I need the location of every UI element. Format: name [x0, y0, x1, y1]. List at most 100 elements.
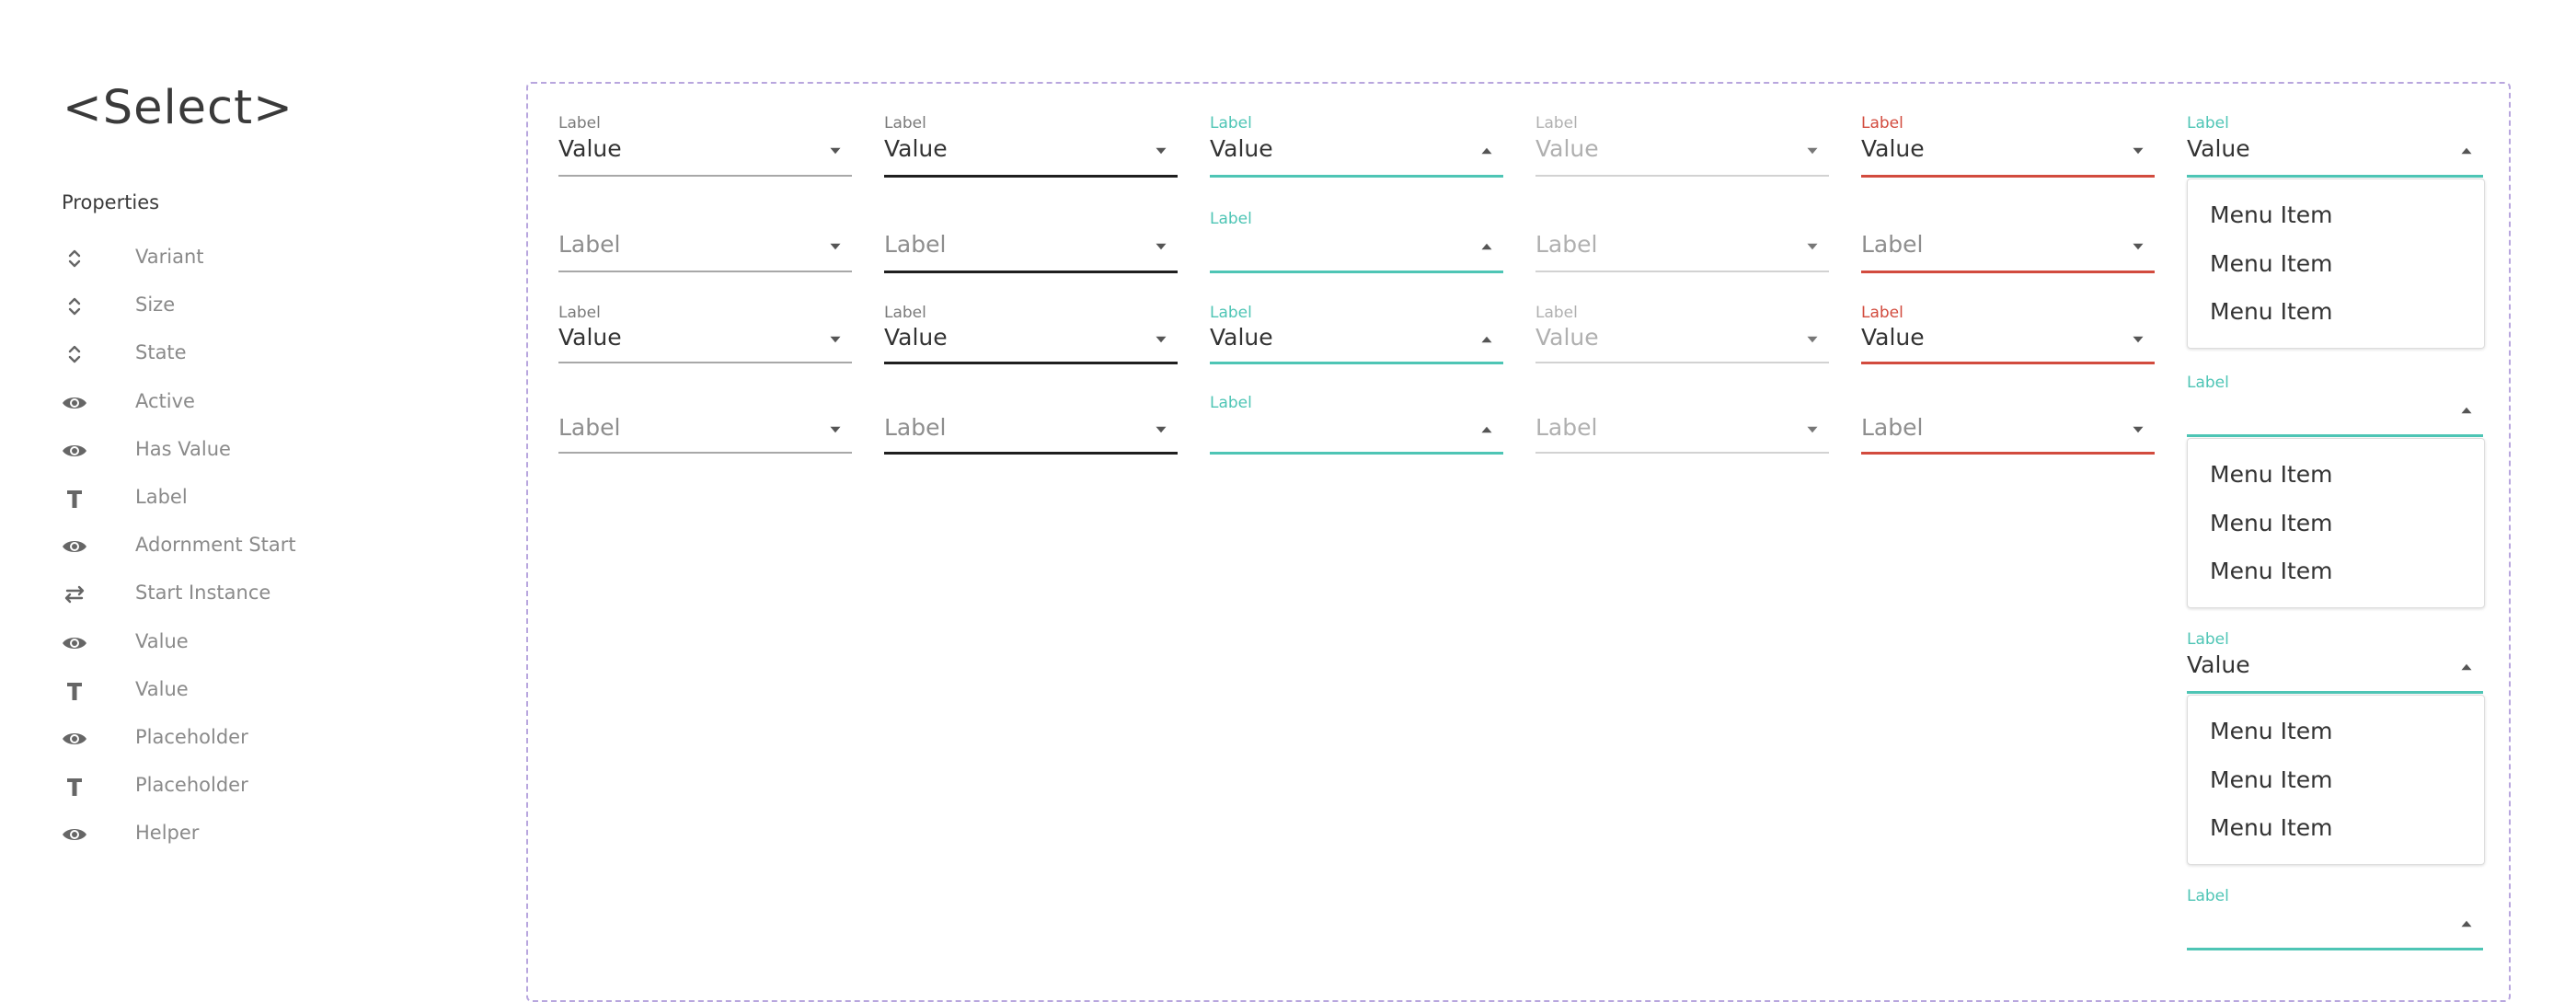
- property-row[interactable]: Label: [0, 481, 460, 518]
- select-field[interactable]: Label Value: [1210, 114, 1503, 180]
- select-field[interactable]: Label Value: [884, 114, 1178, 180]
- select-menu: Menu Item Menu Item Menu Item: [2187, 438, 2485, 608]
- property-label: Value: [135, 629, 189, 652]
- menu-item[interactable]: Menu Item: [2210, 718, 2333, 744]
- property-row[interactable]: Start Instance: [0, 577, 460, 614]
- caret-down-icon[interactable]: [1804, 333, 1821, 344]
- caret-down-icon[interactable]: [827, 240, 844, 251]
- menu-item[interactable]: Menu Item: [2210, 510, 2333, 536]
- select-value: Value: [1535, 324, 1599, 351]
- property-row[interactable]: Placeholder: [0, 769, 460, 806]
- text-icon: [61, 485, 88, 513]
- property-label: Value: [135, 677, 189, 700]
- caret-down-icon[interactable]: [1153, 423, 1169, 434]
- caret-down-icon[interactable]: [2130, 333, 2146, 344]
- select-field[interactable]: Label: [1861, 394, 2155, 460]
- select-underline: [2187, 691, 2483, 694]
- select-field[interactable]: Label Value: [2187, 114, 2483, 180]
- select-underline: [2187, 175, 2483, 178]
- property-row[interactable]: Has Value: [0, 433, 460, 470]
- property-label: Variant: [135, 246, 204, 268]
- menu-item[interactable]: Menu Item: [2210, 814, 2333, 841]
- select-underline: [1861, 271, 2155, 273]
- property-label: Has Value: [135, 437, 231, 460]
- caret-up-icon[interactable]: [2458, 404, 2475, 415]
- property-row[interactable]: Active: [0, 386, 460, 422]
- property-row[interactable]: Helper: [0, 817, 460, 854]
- property-row[interactable]: Adornment Start: [0, 529, 460, 566]
- eye-icon: [61, 725, 88, 753]
- select-placeholder: Label: [884, 231, 947, 258]
- property-row[interactable]: Size: [0, 289, 460, 326]
- select-field[interactable]: Label: [1535, 210, 1829, 276]
- select-label: Label: [2187, 887, 2229, 905]
- unfold-icon: [61, 293, 88, 320]
- menu-item[interactable]: Menu Item: [2210, 766, 2333, 793]
- caret-up-icon[interactable]: [2458, 661, 2475, 672]
- select-underline: [884, 175, 1178, 178]
- select-field[interactable]: Label Value: [1535, 304, 1829, 370]
- select-underline: [1861, 452, 2155, 455]
- property-row[interactable]: State: [0, 337, 460, 374]
- select-field[interactable]: Label Value: [1861, 304, 2155, 370]
- select-field[interactable]: Label Value: [2187, 630, 2483, 697]
- component-canvas: Label Value Label Value Label Value Label Value…: [526, 82, 2511, 1002]
- caret-up-icon[interactable]: [2458, 917, 2475, 928]
- caret-down-icon[interactable]: [1153, 333, 1169, 344]
- property-row[interactable]: Placeholder: [0, 721, 460, 758]
- select-underline: [1861, 362, 2155, 364]
- text-icon: [61, 677, 88, 705]
- select-field[interactable]: Label Value: [1210, 304, 1503, 370]
- caret-down-icon[interactable]: [1153, 144, 1169, 155]
- caret-up-icon[interactable]: [1478, 240, 1495, 251]
- menu-item[interactable]: Menu Item: [2210, 250, 2333, 277]
- select-field[interactable]: Label: [2187, 374, 2483, 440]
- select-field[interactable]: Label Value: [558, 304, 852, 370]
- select-underline: [1535, 362, 1829, 363]
- select-field[interactable]: Label Value: [1535, 114, 1829, 180]
- property-row[interactable]: Value: [0, 626, 460, 662]
- caret-down-icon[interactable]: [827, 423, 844, 434]
- menu-item[interactable]: Menu Item: [2210, 461, 2333, 488]
- select-field[interactable]: Label: [1861, 210, 2155, 276]
- caret-down-icon[interactable]: [1804, 240, 1821, 251]
- menu-item[interactable]: Menu Item: [2210, 202, 2333, 228]
- select-underline: [1535, 175, 1829, 177]
- select-field[interactable]: Label: [884, 210, 1178, 276]
- select-label: Label: [1861, 114, 1903, 132]
- caret-down-icon[interactable]: [1804, 144, 1821, 155]
- caret-up-icon[interactable]: [1478, 423, 1495, 434]
- property-label: Active: [135, 389, 195, 412]
- select-placeholder: Label: [884, 414, 947, 441]
- select-field[interactable]: Label: [558, 210, 852, 276]
- select-field[interactable]: Label Value: [1861, 114, 2155, 180]
- select-field[interactable]: Label: [1210, 210, 1503, 276]
- select-label: Label: [2187, 374, 2229, 392]
- select-field[interactable]: Label: [884, 394, 1178, 460]
- select-field[interactable]: Label: [1535, 394, 1829, 460]
- select-field[interactable]: Label: [558, 394, 852, 460]
- property-row[interactable]: Value: [0, 674, 460, 710]
- menu-item[interactable]: Menu Item: [2210, 298, 2333, 325]
- property-row[interactable]: Variant: [0, 241, 460, 278]
- caret-down-icon[interactable]: [2130, 240, 2146, 251]
- select-value: Value: [558, 135, 622, 162]
- select-label: Label: [1210, 394, 1252, 412]
- caret-down-icon[interactable]: [827, 333, 844, 344]
- select-field[interactable]: Label: [2187, 887, 2483, 953]
- page-title: <Select>: [63, 81, 293, 135]
- caret-down-icon[interactable]: [1153, 240, 1169, 251]
- select-field[interactable]: Label Value: [558, 114, 852, 180]
- caret-down-icon[interactable]: [827, 144, 844, 155]
- caret-down-icon[interactable]: [2130, 423, 2146, 434]
- caret-up-icon[interactable]: [1478, 144, 1495, 155]
- caret-up-icon[interactable]: [1478, 333, 1495, 344]
- caret-up-icon[interactable]: [2458, 144, 2475, 155]
- text-icon: [61, 773, 88, 800]
- property-label: Placeholder: [135, 726, 248, 748]
- menu-item[interactable]: Menu Item: [2210, 558, 2333, 584]
- select-field[interactable]: Label Value: [884, 304, 1178, 370]
- caret-down-icon[interactable]: [2130, 144, 2146, 155]
- select-field[interactable]: Label: [1210, 394, 1503, 460]
- caret-down-icon[interactable]: [1804, 423, 1821, 434]
